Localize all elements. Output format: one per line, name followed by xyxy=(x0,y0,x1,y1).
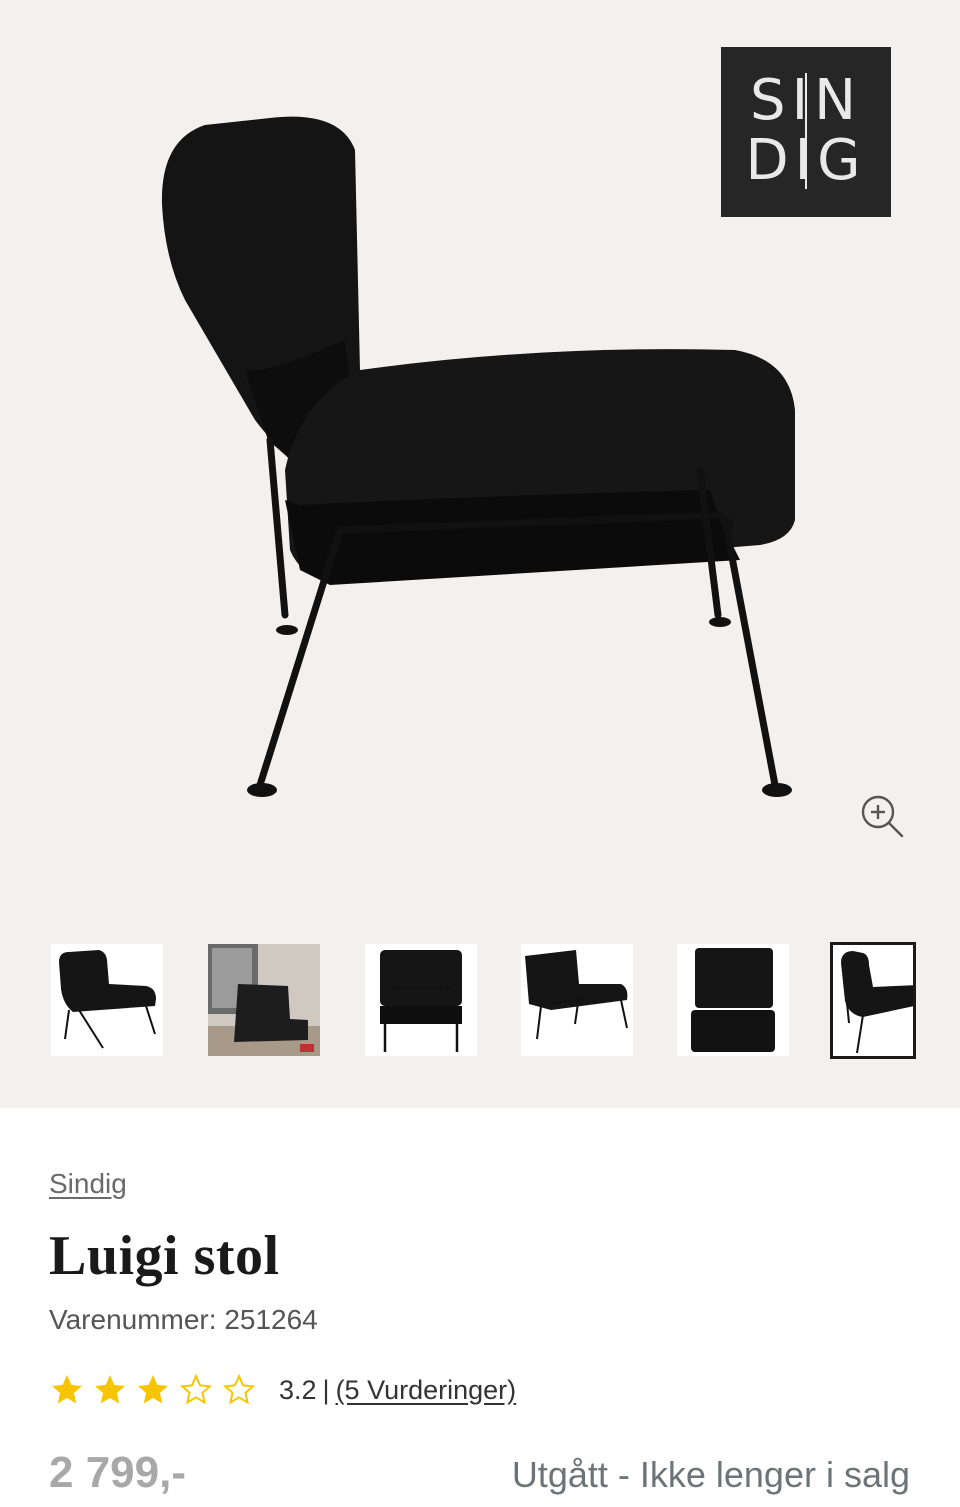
zoom-in-icon[interactable] xyxy=(858,792,906,840)
product-gallery: SIN DIG xyxy=(0,0,960,1108)
thumbnail-strip xyxy=(0,942,960,1060)
brand-logo: SIN DIG xyxy=(721,47,891,217)
availability-status: Utgått - Ikke lenger i salg xyxy=(511,1454,910,1495)
product-info: Sindig Luigi stol Varenummer: 251264 3.2… xyxy=(0,1108,960,1507)
star-filled-icon xyxy=(95,1375,125,1404)
reviews-link[interactable]: (5 Vurderinger) xyxy=(336,1375,517,1406)
thumbnail-1[interactable] xyxy=(51,944,163,1056)
star-empty-icon xyxy=(222,1373,256,1405)
star-filled-icon xyxy=(138,1375,168,1404)
thumbnail-4[interactable] xyxy=(521,944,633,1056)
sku-label: Varenummer: 251264 xyxy=(49,1304,318,1335)
rating: 3.2 | (5 Vurderinger) xyxy=(49,1370,516,1410)
rating-value: 3.2 xyxy=(279,1374,317,1405)
rating-separator: | xyxy=(322,1374,330,1405)
thumbnail-5[interactable] xyxy=(677,944,789,1056)
thumbnail-2[interactable] xyxy=(208,944,320,1056)
star-empty-icon xyxy=(179,1373,213,1405)
star-filled-icon xyxy=(52,1375,82,1404)
product-title: Luigi stol xyxy=(49,1225,280,1287)
brand-logo-divider xyxy=(805,73,807,189)
thumbnail-6[interactable] xyxy=(830,942,916,1059)
thumbnail-3[interactable] xyxy=(365,944,477,1056)
brand-link[interactable]: Sindig xyxy=(49,1168,127,1200)
price: 2 799,- xyxy=(49,1448,186,1497)
